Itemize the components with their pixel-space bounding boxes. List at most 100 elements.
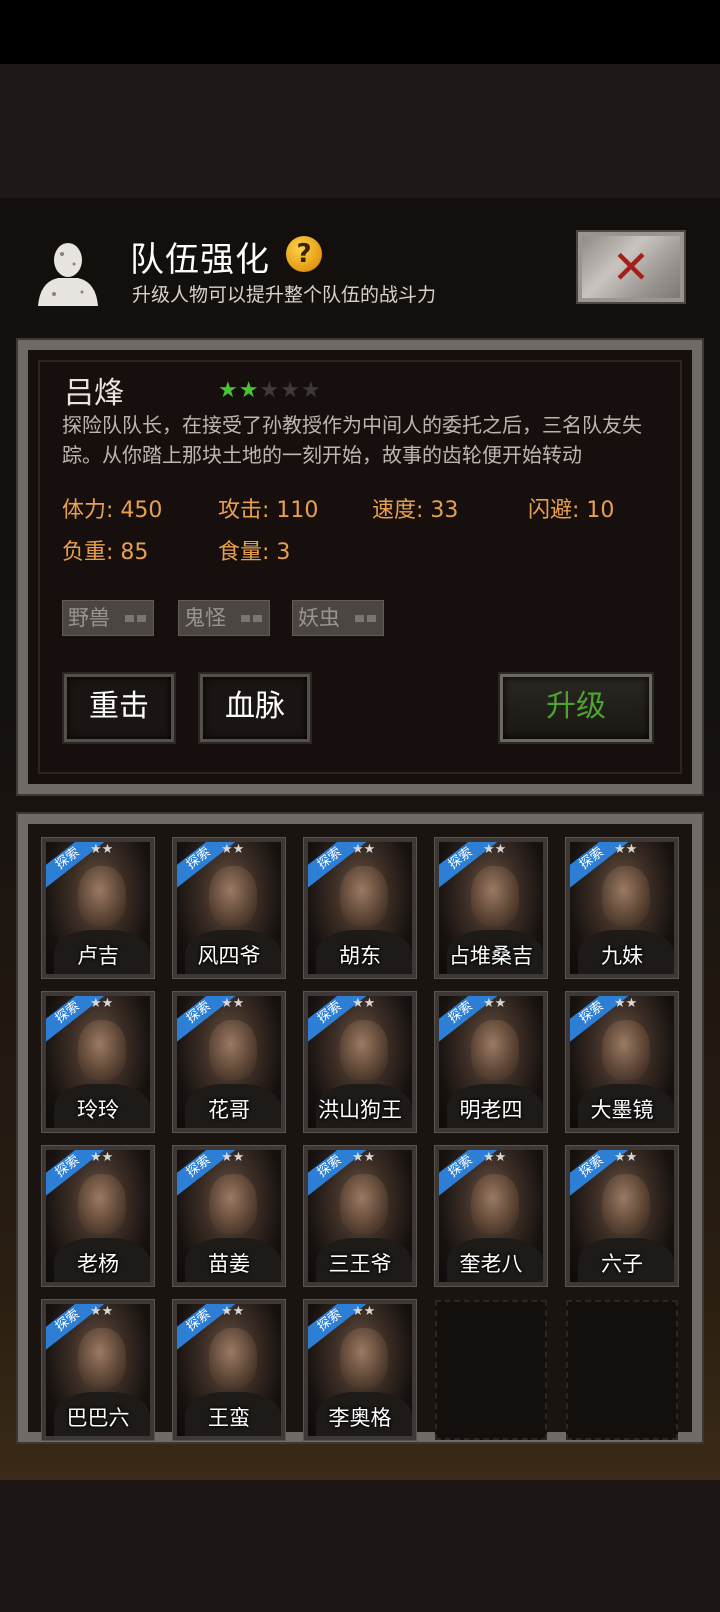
card-name: 玲玲	[77, 1098, 119, 1122]
bottom-area	[0, 1480, 720, 1612]
character-stars: ★★★★★	[218, 378, 322, 403]
portrait-face	[209, 866, 257, 926]
close-icon: ✕	[611, 240, 651, 294]
card-stars-icon: ★★	[221, 996, 245, 1011]
close-button[interactable]: ✕	[576, 230, 686, 304]
top-spacer	[0, 64, 720, 198]
card-name: 花哥	[208, 1098, 250, 1122]
tag-beast: 野兽	[62, 600, 154, 636]
roster-card[interactable]: 探索 ★★ 明老四	[434, 991, 548, 1133]
portrait-face	[78, 866, 126, 926]
roster-card[interactable]: 探索 ★★ 占堆桑吉	[434, 837, 548, 979]
portrait-face	[340, 1174, 388, 1234]
portrait-face	[78, 1328, 126, 1388]
stat-load: 负重: 85	[62, 540, 149, 565]
roster-card[interactable]: 探索 ★★ 李奥格	[303, 1299, 417, 1441]
help-icon[interactable]: ?	[286, 236, 322, 272]
stat-dodge: 闪避: 10	[528, 498, 615, 523]
portrait-face	[209, 1020, 257, 1080]
bloodline-button[interactable]: 血脉	[198, 672, 312, 744]
tag-label: 野兽	[68, 606, 110, 630]
heavy-strike-button[interactable]: 重击	[62, 672, 176, 744]
star-icon: ★	[238, 378, 260, 403]
roster-card[interactable]: 探索 ★★ 六子	[565, 1145, 679, 1287]
card-name: 奎老八	[459, 1252, 523, 1276]
card-stars-icon: ★★	[221, 842, 245, 857]
empty-slot	[435, 1300, 547, 1440]
card-stars-icon: ★★	[352, 1304, 376, 1319]
tag-level-dots	[125, 615, 147, 622]
portrait-face	[209, 1174, 257, 1234]
card-stars-icon: ★★	[352, 1150, 376, 1165]
roster-card[interactable]: 探索 ★★ 三王爷	[303, 1145, 417, 1287]
roster-card[interactable]: 探索 ★★ 巴巴六	[41, 1299, 155, 1441]
stat-attack: 攻击: 110	[218, 498, 319, 523]
roster-card[interactable]: 探索 ★★ 花哥	[172, 991, 286, 1133]
card-stars-icon: ★★	[483, 996, 507, 1011]
star-icon: ★	[218, 378, 239, 403]
stat-speed: 速度: 33	[372, 498, 459, 523]
stat-appetite: 食量: 3	[218, 540, 291, 565]
character-description: 探险队队长，在接受了孙教授作为中间人的委托之后，三名队友失踪。从你踏上那块土地的…	[62, 413, 642, 467]
card-name: 苗姜	[208, 1252, 250, 1276]
card-name: 巴巴六	[66, 1406, 130, 1430]
tag-ghost: 鬼怪	[178, 600, 270, 636]
roster-card[interactable]: 探索 ★★ 大墨镜	[565, 991, 679, 1133]
tag-insect: 妖虫	[292, 600, 384, 636]
roster-card[interactable]: 探索 ★★ 苗姜	[172, 1145, 286, 1287]
card-stars-icon: ★★	[352, 996, 376, 1011]
roster-card[interactable]: 探索 ★★ 卢吉	[41, 837, 155, 979]
empty-slot	[566, 1300, 678, 1440]
card-stars-icon: ★★	[614, 1150, 638, 1165]
card-name: 明老四	[459, 1098, 523, 1122]
roster-card[interactable]: 探索 ★★ 九妹	[565, 837, 679, 979]
card-name: 卢吉	[77, 944, 119, 968]
user-silhouette-icon	[38, 243, 98, 306]
card-name: 老杨	[77, 1252, 119, 1276]
roster-card[interactable]: 探索 ★★ 王蛮	[172, 1299, 286, 1441]
tag-label: 妖虫	[298, 606, 340, 630]
card-name: 三王爷	[328, 1252, 392, 1276]
card-name: 风四爷	[197, 944, 261, 968]
star-empty-icon: ★	[300, 378, 322, 403]
portrait-face	[602, 1020, 650, 1080]
card-stars-icon: ★★	[352, 842, 376, 857]
roster-card[interactable]: 探索 ★★ 奎老八	[434, 1145, 548, 1287]
tag-level-dots	[355, 615, 377, 622]
portrait-face	[340, 1020, 388, 1080]
card-name: 占堆桑吉	[449, 944, 533, 968]
page-subtitle: 升级人物可以提升整个队伍的战斗力	[132, 284, 437, 306]
card-name: 李奥格	[328, 1406, 392, 1430]
card-name: 大墨镜	[590, 1098, 654, 1122]
portrait-face	[602, 1174, 650, 1234]
portrait-face	[78, 1174, 126, 1234]
card-name: 王蛮	[208, 1406, 250, 1430]
portrait-face	[340, 1328, 388, 1388]
card-stars-icon: ★★	[614, 842, 638, 857]
roster-card[interactable]: 探索 ★★ 风四爷	[172, 837, 286, 979]
card-stars-icon: ★★	[90, 842, 114, 857]
portrait-face	[209, 1328, 257, 1388]
card-name: 胡东	[339, 944, 381, 968]
roster-card[interactable]: 探索 ★★ 老杨	[41, 1145, 155, 1287]
card-stars-icon: ★★	[483, 842, 507, 857]
portrait-face	[471, 866, 519, 926]
card-stars-icon: ★★	[221, 1150, 245, 1165]
card-stars-icon: ★★	[90, 1304, 114, 1319]
tag-level-dots	[241, 615, 263, 622]
tag-label: 鬼怪	[184, 606, 226, 630]
portrait-face	[602, 866, 650, 926]
upgrade-button[interactable]: 升级	[498, 672, 654, 744]
card-stars-icon: ★★	[221, 1304, 245, 1319]
card-name: 洪山狗王	[318, 1098, 402, 1122]
roster-card[interactable]: 探索 ★★ 玲玲	[41, 991, 155, 1133]
card-stars-icon: ★★	[90, 1150, 114, 1165]
roster-card[interactable]: 探索 ★★ 洪山狗王	[303, 991, 417, 1133]
star-empty-icon: ★	[259, 378, 281, 403]
roster-card[interactable]: 探索 ★★ 胡东	[303, 837, 417, 979]
star-empty-icon: ★	[280, 378, 301, 403]
portrait-face	[78, 1020, 126, 1080]
card-name: 六子	[601, 1252, 643, 1276]
character-name: 吕烽	[64, 376, 124, 411]
stat-stamina: 体力: 450	[62, 498, 163, 523]
